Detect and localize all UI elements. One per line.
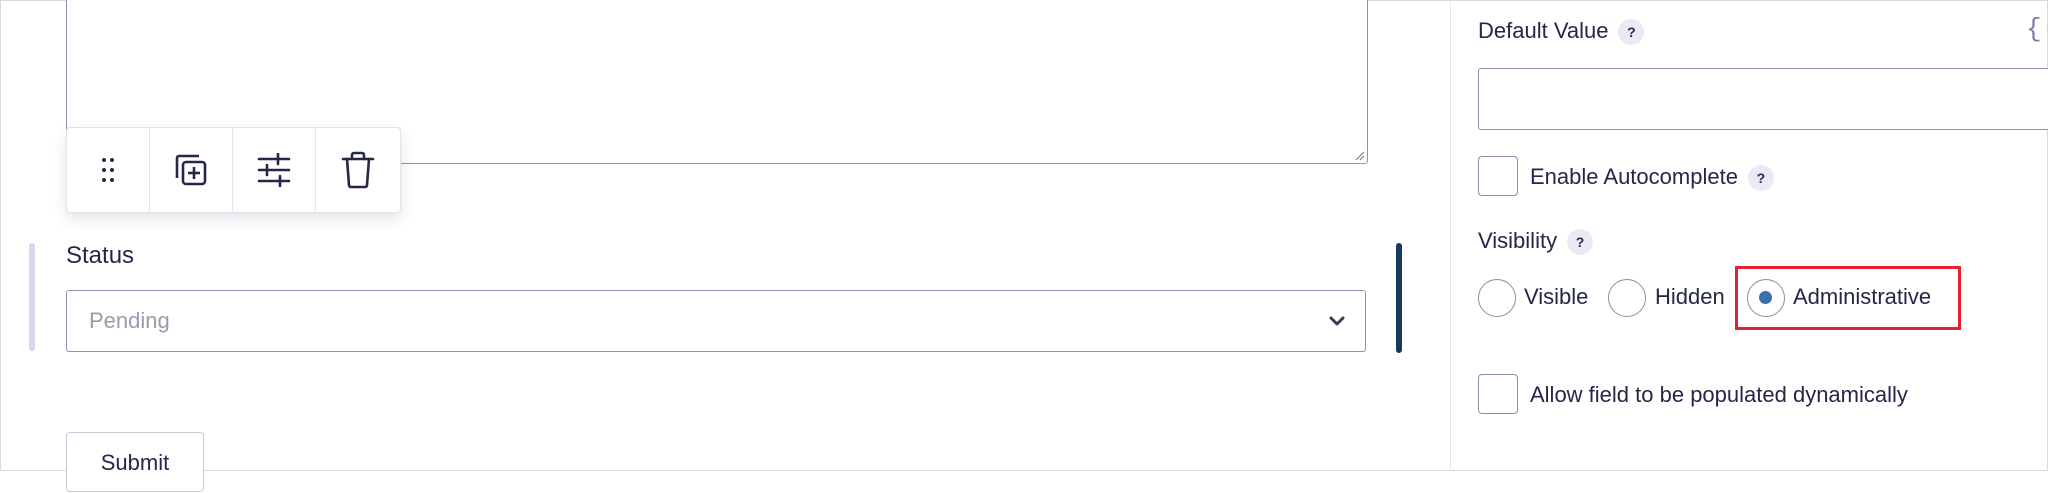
visibility-option-hidden-label[interactable]: Hidden xyxy=(1655,284,1725,310)
status-field-label: Status xyxy=(66,242,135,269)
visibility-label-row: Visibility? xyxy=(1478,228,1594,256)
field-hover-indicator xyxy=(29,243,35,351)
field-settings-button[interactable] xyxy=(233,128,316,212)
enable-autocomplete-label[interactable]: Enable Autocomplete xyxy=(1530,164,1738,189)
submit-button[interactable]: Submit xyxy=(66,432,204,492)
merge-tag-icon[interactable]: {· xyxy=(2026,14,2048,44)
help-icon[interactable]: ? xyxy=(1567,229,1594,256)
trash-icon xyxy=(341,151,374,189)
visibility-option-visible-label[interactable]: Visible xyxy=(1524,284,1588,310)
panel-divider xyxy=(1450,0,1451,471)
visibility-radio-hidden[interactable] xyxy=(1608,279,1646,317)
field-selected-indicator xyxy=(1396,243,1402,353)
sliders-icon xyxy=(257,153,291,187)
help-icon[interactable]: ? xyxy=(1618,19,1645,46)
field-toolbar xyxy=(66,127,401,213)
status-select-value: Pending xyxy=(89,308,170,333)
delete-button[interactable] xyxy=(316,128,399,212)
default-value-label-row: Default Value? xyxy=(1478,18,1645,46)
dynamic-population-checkbox[interactable] xyxy=(1478,374,1518,414)
highlight-box xyxy=(1735,266,1961,330)
enable-autocomplete-label-row: Enable Autocomplete? xyxy=(1530,164,1774,192)
visibility-radio-visible[interactable] xyxy=(1478,279,1516,317)
resize-handle-icon[interactable] xyxy=(1353,149,1365,161)
default-value-input[interactable] xyxy=(1478,68,2048,130)
visibility-label: Visibility xyxy=(1478,228,1558,253)
duplicate-button[interactable] xyxy=(150,128,233,212)
chevron-down-icon xyxy=(1329,316,1345,326)
help-icon[interactable]: ? xyxy=(1747,165,1774,192)
drag-handle-button[interactable] xyxy=(67,128,150,212)
enable-autocomplete-checkbox[interactable] xyxy=(1478,156,1518,196)
status-select[interactable]: Pending xyxy=(66,290,1366,352)
duplicate-icon xyxy=(175,154,207,186)
drag-handle-icon xyxy=(102,158,114,182)
dynamic-population-label[interactable]: Allow field to be populated dynamically xyxy=(1530,382,1908,408)
default-value-label: Default Value xyxy=(1478,18,1609,43)
